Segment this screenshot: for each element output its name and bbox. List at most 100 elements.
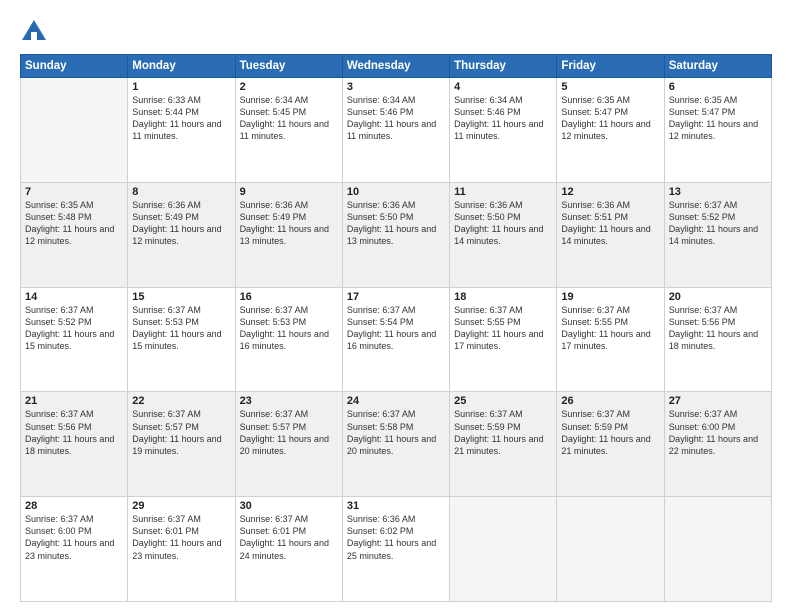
day-number: 8 — [132, 186, 230, 198]
day-number: 24 — [347, 395, 445, 407]
calendar-table: SundayMondayTuesdayWednesdayThursdayFrid… — [20, 54, 772, 602]
day-number: 1 — [132, 81, 230, 93]
calendar-cell: 28Sunrise: 6:37 AM Sunset: 6:00 PM Dayli… — [21, 497, 128, 602]
calendar-cell: 12Sunrise: 6:36 AM Sunset: 5:51 PM Dayli… — [557, 182, 664, 287]
day-number: 7 — [25, 186, 123, 198]
calendar-cell: 24Sunrise: 6:37 AM Sunset: 5:58 PM Dayli… — [342, 392, 449, 497]
cell-info: Sunrise: 6:37 AM Sunset: 6:01 PM Dayligh… — [132, 513, 230, 562]
cell-info: Sunrise: 6:37 AM Sunset: 5:58 PM Dayligh… — [347, 408, 445, 457]
calendar-cell: 3Sunrise: 6:34 AM Sunset: 5:46 PM Daylig… — [342, 78, 449, 183]
cell-info: Sunrise: 6:36 AM Sunset: 5:51 PM Dayligh… — [561, 199, 659, 248]
calendar-cell — [21, 78, 128, 183]
cell-info: Sunrise: 6:37 AM Sunset: 5:56 PM Dayligh… — [25, 408, 123, 457]
page: SundayMondayTuesdayWednesdayThursdayFrid… — [0, 0, 792, 612]
col-header-saturday: Saturday — [664, 55, 771, 78]
col-header-sunday: Sunday — [21, 55, 128, 78]
cell-info: Sunrise: 6:37 AM Sunset: 6:01 PM Dayligh… — [240, 513, 338, 562]
calendar-cell: 29Sunrise: 6:37 AM Sunset: 6:01 PM Dayli… — [128, 497, 235, 602]
calendar-week-row-4: 21Sunrise: 6:37 AM Sunset: 5:56 PM Dayli… — [21, 392, 772, 497]
day-number: 10 — [347, 186, 445, 198]
calendar-cell: 4Sunrise: 6:34 AM Sunset: 5:46 PM Daylig… — [450, 78, 557, 183]
cell-info: Sunrise: 6:37 AM Sunset: 5:59 PM Dayligh… — [454, 408, 552, 457]
calendar-cell — [664, 497, 771, 602]
calendar-cell: 2Sunrise: 6:34 AM Sunset: 5:45 PM Daylig… — [235, 78, 342, 183]
day-number: 18 — [454, 291, 552, 303]
col-header-tuesday: Tuesday — [235, 55, 342, 78]
calendar-cell — [450, 497, 557, 602]
day-number: 11 — [454, 186, 552, 198]
cell-info: Sunrise: 6:37 AM Sunset: 5:55 PM Dayligh… — [454, 304, 552, 353]
cell-info: Sunrise: 6:37 AM Sunset: 5:57 PM Dayligh… — [240, 408, 338, 457]
cell-info: Sunrise: 6:35 AM Sunset: 5:47 PM Dayligh… — [561, 94, 659, 143]
day-number: 4 — [454, 81, 552, 93]
day-number: 29 — [132, 500, 230, 512]
cell-info: Sunrise: 6:37 AM Sunset: 5:52 PM Dayligh… — [669, 199, 767, 248]
cell-info: Sunrise: 6:34 AM Sunset: 5:46 PM Dayligh… — [347, 94, 445, 143]
calendar-cell: 26Sunrise: 6:37 AM Sunset: 5:59 PM Dayli… — [557, 392, 664, 497]
cell-info: Sunrise: 6:37 AM Sunset: 6:00 PM Dayligh… — [669, 408, 767, 457]
calendar-cell: 7Sunrise: 6:35 AM Sunset: 5:48 PM Daylig… — [21, 182, 128, 287]
cell-info: Sunrise: 6:37 AM Sunset: 5:55 PM Dayligh… — [561, 304, 659, 353]
cell-info: Sunrise: 6:36 AM Sunset: 5:49 PM Dayligh… — [240, 199, 338, 248]
calendar-cell: 10Sunrise: 6:36 AM Sunset: 5:50 PM Dayli… — [342, 182, 449, 287]
calendar-cell: 17Sunrise: 6:37 AM Sunset: 5:54 PM Dayli… — [342, 287, 449, 392]
calendar-cell — [557, 497, 664, 602]
day-number: 13 — [669, 186, 767, 198]
day-number: 30 — [240, 500, 338, 512]
calendar-header-row: SundayMondayTuesdayWednesdayThursdayFrid… — [21, 55, 772, 78]
col-header-friday: Friday — [557, 55, 664, 78]
cell-info: Sunrise: 6:36 AM Sunset: 6:02 PM Dayligh… — [347, 513, 445, 562]
col-header-wednesday: Wednesday — [342, 55, 449, 78]
cell-info: Sunrise: 6:37 AM Sunset: 5:57 PM Dayligh… — [132, 408, 230, 457]
calendar-cell: 18Sunrise: 6:37 AM Sunset: 5:55 PM Dayli… — [450, 287, 557, 392]
calendar-cell: 16Sunrise: 6:37 AM Sunset: 5:53 PM Dayli… — [235, 287, 342, 392]
cell-info: Sunrise: 6:37 AM Sunset: 5:59 PM Dayligh… — [561, 408, 659, 457]
cell-info: Sunrise: 6:34 AM Sunset: 5:45 PM Dayligh… — [240, 94, 338, 143]
cell-info: Sunrise: 6:33 AM Sunset: 5:44 PM Dayligh… — [132, 94, 230, 143]
day-number: 5 — [561, 81, 659, 93]
day-number: 14 — [25, 291, 123, 303]
calendar-cell: 11Sunrise: 6:36 AM Sunset: 5:50 PM Dayli… — [450, 182, 557, 287]
calendar-week-row-5: 28Sunrise: 6:37 AM Sunset: 6:00 PM Dayli… — [21, 497, 772, 602]
calendar-cell: 30Sunrise: 6:37 AM Sunset: 6:01 PM Dayli… — [235, 497, 342, 602]
calendar-week-row-3: 14Sunrise: 6:37 AM Sunset: 5:52 PM Dayli… — [21, 287, 772, 392]
cell-info: Sunrise: 6:36 AM Sunset: 5:50 PM Dayligh… — [454, 199, 552, 248]
calendar-cell: 21Sunrise: 6:37 AM Sunset: 5:56 PM Dayli… — [21, 392, 128, 497]
cell-info: Sunrise: 6:37 AM Sunset: 5:56 PM Dayligh… — [669, 304, 767, 353]
logo-icon — [20, 18, 48, 46]
calendar-week-row-1: 1Sunrise: 6:33 AM Sunset: 5:44 PM Daylig… — [21, 78, 772, 183]
calendar-cell: 13Sunrise: 6:37 AM Sunset: 5:52 PM Dayli… — [664, 182, 771, 287]
calendar-cell: 14Sunrise: 6:37 AM Sunset: 5:52 PM Dayli… — [21, 287, 128, 392]
calendar-cell: 1Sunrise: 6:33 AM Sunset: 5:44 PM Daylig… — [128, 78, 235, 183]
calendar-cell: 8Sunrise: 6:36 AM Sunset: 5:49 PM Daylig… — [128, 182, 235, 287]
day-number: 22 — [132, 395, 230, 407]
calendar-cell: 31Sunrise: 6:36 AM Sunset: 6:02 PM Dayli… — [342, 497, 449, 602]
calendar-cell: 27Sunrise: 6:37 AM Sunset: 6:00 PM Dayli… — [664, 392, 771, 497]
cell-info: Sunrise: 6:35 AM Sunset: 5:47 PM Dayligh… — [669, 94, 767, 143]
header — [20, 16, 772, 46]
day-number: 6 — [669, 81, 767, 93]
day-number: 31 — [347, 500, 445, 512]
cell-info: Sunrise: 6:37 AM Sunset: 6:00 PM Dayligh… — [25, 513, 123, 562]
calendar-cell: 20Sunrise: 6:37 AM Sunset: 5:56 PM Dayli… — [664, 287, 771, 392]
cell-info: Sunrise: 6:36 AM Sunset: 5:50 PM Dayligh… — [347, 199, 445, 248]
day-number: 12 — [561, 186, 659, 198]
day-number: 27 — [669, 395, 767, 407]
cell-info: Sunrise: 6:37 AM Sunset: 5:53 PM Dayligh… — [132, 304, 230, 353]
calendar-week-row-2: 7Sunrise: 6:35 AM Sunset: 5:48 PM Daylig… — [21, 182, 772, 287]
day-number: 17 — [347, 291, 445, 303]
calendar-cell: 23Sunrise: 6:37 AM Sunset: 5:57 PM Dayli… — [235, 392, 342, 497]
col-header-monday: Monday — [128, 55, 235, 78]
day-number: 15 — [132, 291, 230, 303]
day-number: 9 — [240, 186, 338, 198]
cell-info: Sunrise: 6:34 AM Sunset: 5:46 PM Dayligh… — [454, 94, 552, 143]
cell-info: Sunrise: 6:37 AM Sunset: 5:54 PM Dayligh… — [347, 304, 445, 353]
cell-info: Sunrise: 6:36 AM Sunset: 5:49 PM Dayligh… — [132, 199, 230, 248]
calendar-cell: 5Sunrise: 6:35 AM Sunset: 5:47 PM Daylig… — [557, 78, 664, 183]
day-number: 2 — [240, 81, 338, 93]
cell-info: Sunrise: 6:37 AM Sunset: 5:52 PM Dayligh… — [25, 304, 123, 353]
calendar-cell: 25Sunrise: 6:37 AM Sunset: 5:59 PM Dayli… — [450, 392, 557, 497]
cell-info: Sunrise: 6:37 AM Sunset: 5:53 PM Dayligh… — [240, 304, 338, 353]
calendar-cell: 15Sunrise: 6:37 AM Sunset: 5:53 PM Dayli… — [128, 287, 235, 392]
day-number: 28 — [25, 500, 123, 512]
